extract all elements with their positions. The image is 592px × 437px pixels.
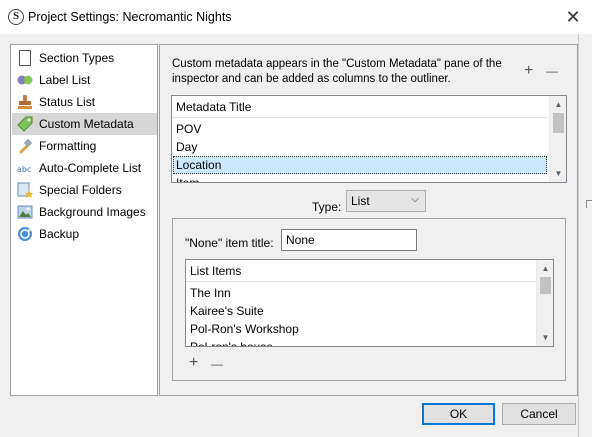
sidebar-item-custom-metadata[interactable]: Custom Metadata: [12, 113, 157, 135]
list-items-list: List Items The Inn Kairee's Suite Pol-Ro…: [185, 259, 554, 347]
sidebar-item-label: Custom Metadata: [39, 117, 134, 131]
backup-icon: [18, 227, 32, 241]
sidebar-item-label: Label List: [39, 73, 91, 87]
list-item-selected[interactable]: Location: [173, 156, 547, 174]
add-list-item-button[interactable]: +: [189, 355, 198, 371]
formatting-icon: [19, 138, 33, 154]
list-item[interactable]: Kairee's Suite: [187, 302, 534, 320]
sidebar-item-label: Status List: [39, 95, 96, 109]
sidebar-item-formatting[interactable]: Formatting: [12, 135, 157, 157]
scroll-down-icon[interactable]: ▼: [537, 329, 554, 346]
custom-metadata-icon: [17, 116, 33, 132]
window-title: Project Settings: Necromantic Nights: [28, 10, 232, 24]
type-select-value: List: [351, 194, 370, 208]
sidebar-item-auto-complete[interactable]: abc Auto-Complete List: [12, 157, 157, 179]
list-item[interactable]: Day: [173, 138, 547, 156]
sidebar-item-background-images[interactable]: Background Images: [12, 201, 157, 223]
sidebar-item-backup[interactable]: Backup: [12, 223, 157, 245]
status-list-icon: [18, 95, 32, 109]
sidebar-item-label-list[interactable]: Label List: [12, 69, 157, 91]
scroll-up-icon[interactable]: ▲: [537, 260, 554, 277]
resize-edge: [586, 200, 592, 208]
none-item-title-label: "None" item title:: [185, 236, 274, 250]
auto-complete-icon: abc: [17, 165, 31, 174]
background-images-icon: [17, 205, 33, 219]
sidebar-item-label: Backup: [39, 227, 80, 241]
scroll-up-icon[interactable]: ▲: [550, 96, 567, 113]
ok-button[interactable]: OK: [422, 403, 495, 425]
scroll-thumb[interactable]: [540, 277, 551, 294]
metadata-scrollbar[interactable]: ▲ ▼: [549, 96, 566, 182]
scroll-down-icon[interactable]: ▼: [550, 165, 567, 182]
section-types-icon: [19, 50, 31, 66]
title-bar: S Project Settings: Necromantic Nights ✕: [0, 0, 592, 34]
add-metadata-button[interactable]: +: [524, 63, 533, 79]
dialog-body: Section Types Label List Status List Cus…: [0, 34, 592, 437]
window-edge: [578, 34, 579, 437]
app-icon: S: [8, 9, 24, 25]
list-item[interactable]: Pol-Ron's Workshop: [187, 320, 534, 338]
sidebar-item-label: Background Images: [39, 205, 146, 219]
sidebar-item-status-list[interactable]: Status List: [12, 91, 157, 113]
sidebar-item-label: Formatting: [39, 139, 97, 153]
special-folders-icon: [17, 182, 33, 198]
sidebar-item-label: Special Folders: [39, 183, 122, 197]
sidebar-item-special-folders[interactable]: Special Folders: [12, 179, 157, 201]
chevron-down-icon: ⌵: [411, 194, 419, 205]
sidebar-item-label: Auto-Complete List: [39, 161, 142, 175]
sidebar-item-section-types[interactable]: Section Types: [12, 47, 157, 69]
list-item[interactable]: Pol-ron's house: [187, 338, 534, 346]
list-item[interactable]: Item: [173, 174, 547, 182]
custom-metadata-panel: Custom metadata appears in the "Custom M…: [159, 44, 578, 396]
metadata-title-header[interactable]: Metadata Title: [172, 96, 548, 118]
sidebar-item-label: Section Types: [39, 51, 115, 65]
metadata-list: Metadata Title POV Day Location Item ▲ ▼: [171, 95, 567, 183]
list-settings-group: "None" item title: List Items The Inn Ka…: [172, 218, 566, 381]
label-list-icon: [17, 75, 33, 85]
list-item[interactable]: POV: [173, 120, 547, 138]
cancel-button[interactable]: Cancel: [502, 403, 576, 425]
none-item-title-input[interactable]: [281, 229, 417, 251]
svg-text:abc: abc: [17, 165, 31, 174]
type-select[interactable]: List ⌵: [346, 190, 426, 212]
list-items-header[interactable]: List Items: [186, 260, 535, 282]
remove-metadata-button[interactable]: —: [546, 63, 558, 79]
settings-sidebar: Section Types Label List Status List Cus…: [10, 44, 158, 396]
list-item[interactable]: The Inn: [187, 284, 534, 302]
close-button[interactable]: ✕: [556, 2, 590, 32]
type-label: Type:: [312, 200, 342, 214]
metadata-description: Custom metadata appears in the "Custom M…: [172, 58, 502, 85]
scroll-thumb[interactable]: [553, 113, 564, 133]
list-items-scrollbar[interactable]: ▲ ▼: [536, 260, 553, 346]
remove-list-item-button[interactable]: —: [211, 356, 223, 372]
